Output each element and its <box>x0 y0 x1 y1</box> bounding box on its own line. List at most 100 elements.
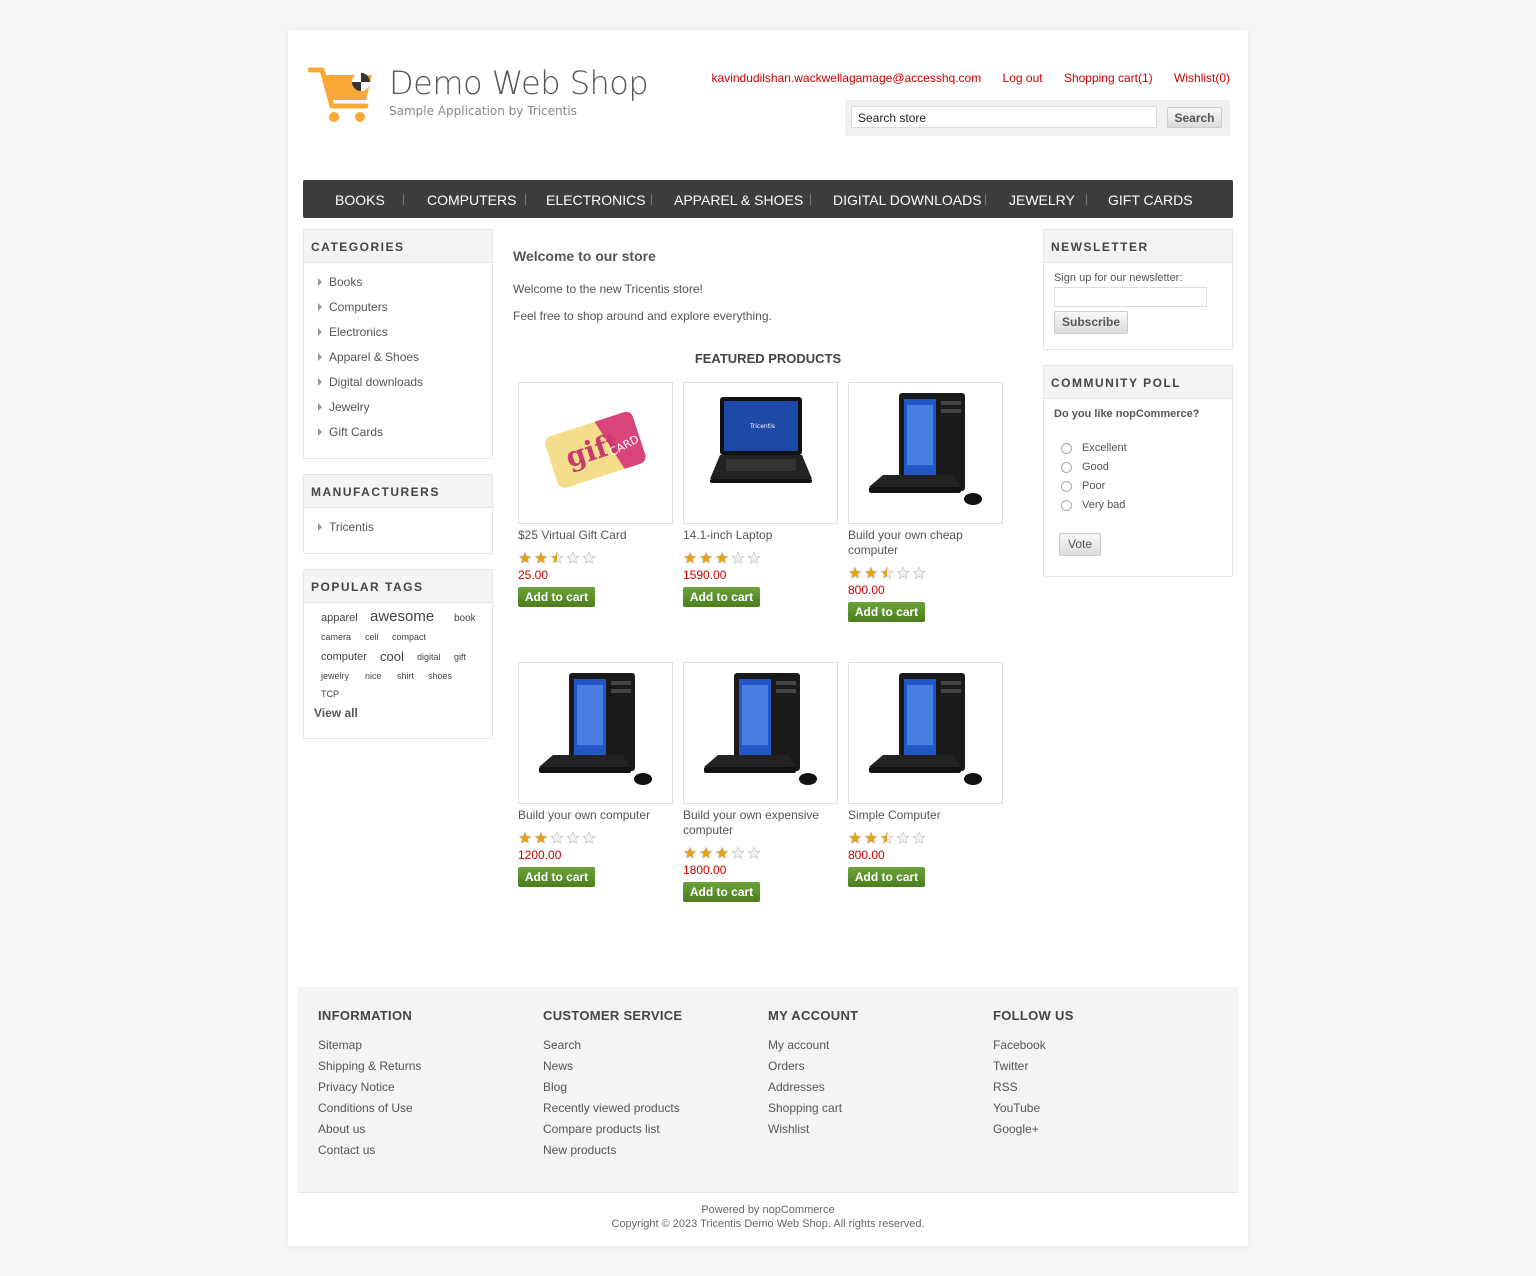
product-title[interactable]: $25 Virtual Gift Card <box>518 528 673 543</box>
tag-link[interactable]: book <box>454 613 476 624</box>
category-item[interactable]: Electronics <box>318 325 388 339</box>
nav-computers[interactable]: COMPUTERS <box>427 180 516 218</box>
nav-books[interactable]: BOOKS <box>335 180 385 218</box>
shopping-cart-link[interactable]: Shopping cart(1) <box>1064 71 1153 85</box>
footer-link[interactable]: Facebook <box>993 1038 1046 1052</box>
add-to-cart-button[interactable]: Add to cart <box>518 587 595 607</box>
star-icon <box>912 831 926 844</box>
add-to-cart-button[interactable]: Add to cart <box>683 587 760 607</box>
add-to-cart-button[interactable]: Add to cart <box>848 867 925 887</box>
footer-link[interactable]: Search <box>543 1038 581 1052</box>
category-label: Gift Cards <box>329 425 384 439</box>
footer-link[interactable]: Addresses <box>768 1080 825 1094</box>
add-to-cart-button[interactable]: Add to cart <box>848 602 925 622</box>
tag-link[interactable]: gift <box>454 652 466 662</box>
product-title[interactable]: 14.1-inch Laptop <box>683 528 838 543</box>
footer-link[interactable]: New products <box>543 1143 616 1157</box>
category-item[interactable]: Computers <box>318 300 388 314</box>
product-image[interactable]: Tricentis <box>683 382 838 524</box>
footer-link[interactable]: Conditions of Use <box>318 1101 413 1115</box>
tag-link[interactable]: camera <box>321 632 351 642</box>
top-menu: BOOKS COMPUTERS ELECTRONICS APPAREL & SH… <box>303 180 1233 218</box>
view-all-tags-link[interactable]: View all <box>314 706 358 720</box>
popular-tags-block: POPULAR TAGS apparel awesome book camera… <box>303 569 493 739</box>
site-title[interactable]: Demo Web Shop <box>389 64 649 102</box>
nav-apparel-shoes[interactable]: APPAREL & SHOES <box>674 180 803 218</box>
tag-link[interactable]: shirt <box>397 671 414 681</box>
product-image[interactable] <box>848 382 1003 524</box>
vote-button[interactable]: Vote <box>1059 533 1101 556</box>
desktop-computer-icon <box>539 673 652 785</box>
poll-radio-very-bad[interactable] <box>1061 500 1072 511</box>
footer-link[interactable]: About us <box>318 1122 365 1136</box>
poll-option-label: Poor <box>1082 480 1106 492</box>
nav-electronics[interactable]: ELECTRONICS <box>546 180 646 218</box>
footer-information-title: INFORMATION <box>318 1008 413 1023</box>
category-item[interactable]: Apparel & Shoes <box>318 350 419 364</box>
footer-link[interactable]: YouTube <box>993 1101 1040 1115</box>
account-email-link[interactable]: kavindudilshan.wackwellagamage@accesshq.… <box>712 71 982 85</box>
search-button[interactable]: Search <box>1167 107 1222 128</box>
footer-link[interactable]: Twitter <box>993 1059 1028 1073</box>
tag-link[interactable]: jewelry <box>321 671 349 681</box>
subscribe-button[interactable]: Subscribe <box>1054 311 1128 334</box>
footer-link[interactable]: Google+ <box>993 1122 1039 1136</box>
footer-link[interactable]: Shipping & Returns <box>318 1059 421 1073</box>
poll-radio-good[interactable] <box>1061 462 1072 473</box>
tag-link[interactable]: nice <box>365 671 382 681</box>
category-item[interactable]: Digital downloads <box>318 375 423 389</box>
product-title[interactable]: Simple Computer <box>848 808 1003 823</box>
product-title[interactable]: Build your own cheap computer <box>848 528 1003 558</box>
product-image[interactable] <box>683 662 838 804</box>
add-to-cart-button[interactable]: Add to cart <box>683 882 760 902</box>
product-image[interactable] <box>848 662 1003 804</box>
footer-link[interactable]: Sitemap <box>318 1038 362 1052</box>
product-title[interactable]: Build your own computer <box>518 808 673 823</box>
add-to-cart-button[interactable]: Add to cart <box>518 867 595 887</box>
tag-link[interactable]: awesome <box>370 608 434 625</box>
footer-link[interactable]: Privacy Notice <box>318 1080 395 1094</box>
poll-radio-poor[interactable] <box>1061 481 1072 492</box>
arrow-right-icon <box>318 278 322 286</box>
shopping-cart-logo-icon[interactable] <box>307 66 376 129</box>
poll-radio-excellent[interactable] <box>1061 443 1072 454</box>
tag-link[interactable]: shoes <box>428 671 452 681</box>
product-title[interactable]: Build your own expensive computer <box>683 808 838 838</box>
tag-link[interactable]: apparel <box>321 612 358 624</box>
logout-link[interactable]: Log out <box>1003 71 1043 85</box>
product-image[interactable]: gift CARD <box>518 382 673 524</box>
tag-link[interactable]: TCP <box>321 689 339 699</box>
category-item[interactable]: Books <box>318 275 362 289</box>
categories-block: CATEGORIES Books Computers Electronics A… <box>303 229 493 459</box>
footer-link[interactable]: Wishlist <box>768 1122 809 1136</box>
wishlist-link[interactable]: Wishlist(0) <box>1174 71 1230 85</box>
newsletter-email-input[interactable] <box>1054 287 1207 307</box>
product-image[interactable] <box>518 662 673 804</box>
category-item[interactable]: Jewelry <box>318 400 370 414</box>
nav-gift-cards[interactable]: GIFT CARDS <box>1108 180 1193 218</box>
footer-link[interactable]: Recently viewed products <box>543 1101 680 1115</box>
nav-jewelry[interactable]: JEWELRY <box>1009 180 1075 218</box>
star-icon <box>699 846 713 859</box>
footer-link[interactable]: Blog <box>543 1080 567 1094</box>
tag-link[interactable]: cool <box>380 649 404 664</box>
footer-link[interactable]: Contact us <box>318 1143 375 1157</box>
footer-link[interactable]: My account <box>768 1038 829 1052</box>
tag-link[interactable]: digital <box>417 652 441 662</box>
footer-link[interactable]: News <box>543 1059 573 1073</box>
footer-link[interactable]: Compare products list <box>543 1122 660 1136</box>
poll-question: Do you like nopCommerce? <box>1054 408 1200 420</box>
manufacturer-item[interactable]: Tricentis <box>318 520 374 534</box>
search-input[interactable]: Search store <box>851 106 1157 128</box>
tag-link[interactable]: compact <box>392 632 426 642</box>
nav-digital-downloads[interactable]: DIGITAL DOWNLOADS <box>833 180 982 218</box>
footer-link[interactable]: Shopping cart <box>768 1101 842 1115</box>
tag-link[interactable]: computer <box>321 651 367 663</box>
tag-link[interactable]: cell <box>365 632 379 642</box>
category-item[interactable]: Gift Cards <box>318 425 383 439</box>
desktop-computer-icon <box>704 673 817 785</box>
footer-link[interactable]: RSS <box>993 1080 1018 1094</box>
star-icon <box>880 831 894 844</box>
powered-by[interactable]: Powered by nopCommerce <box>288 1204 1248 1216</box>
footer-link[interactable]: Orders <box>768 1059 805 1073</box>
